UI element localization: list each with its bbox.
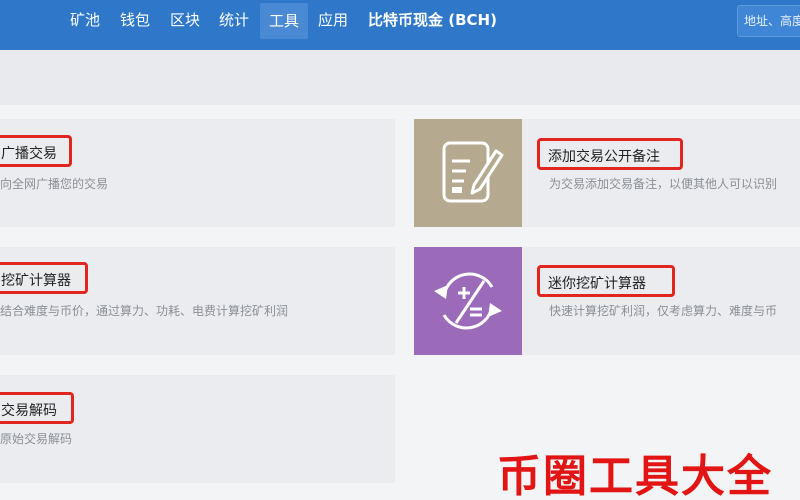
nav-item-tools[interactable]: 工具 — [260, 3, 308, 39]
card-title: 挖矿计算器 — [1, 273, 71, 289]
nav-item-blocks[interactable]: 区块 — [170, 0, 200, 40]
nav-item-apps[interactable]: 应用 — [318, 0, 348, 40]
top-navbar: 矿池 钱包 区块 统计 工具 应用 比特币现金 (BCH) 地址、高度 — [0, 0, 800, 50]
card-description: 结合难度与币价，通过算力、功耗、电费计算挖矿利润 — [0, 304, 289, 318]
nav-item-stats[interactable]: 统计 — [219, 0, 249, 40]
card-mini-mining-calculator[interactable]: 迷你挖矿计算器 快速计算挖矿利润，仅考虑算力、难度与币 — [414, 247, 800, 355]
sub-header-bar — [0, 50, 800, 105]
watermark-text: 币圈工具大全 — [497, 451, 773, 500]
card-mining-calculator[interactable]: 挖矿计算器 结合难度与币价，通过算力、功耗、电费计算挖矿利润 — [0, 247, 395, 355]
card-title: 交易解码 — [1, 403, 57, 419]
card-description: 为交易添加交易备注，以便其他人可以识别 — [549, 177, 778, 191]
nav-item-pool[interactable]: 矿池 — [70, 0, 100, 40]
card-title: 迷你挖矿计算器 — [548, 276, 646, 292]
card-title: 广播交易 — [1, 146, 57, 162]
nav-item-wallet[interactable]: 钱包 — [120, 0, 150, 40]
card-description: 快速计算挖矿利润，仅考虑算力、难度与币 — [549, 304, 778, 318]
card-broadcast-tx[interactable]: 广播交易 向全网广播您的交易 — [0, 119, 395, 227]
calculator-cycle-icon — [414, 247, 522, 355]
note-edit-icon — [414, 119, 522, 227]
coin-brand-title[interactable]: 比特币现金 (BCH) — [368, 0, 497, 40]
card-add-tx-note[interactable]: 添加交易公开备注 为交易添加交易备注，以便其他人可以识别 — [414, 119, 800, 227]
card-title-highlight: 广播交易 — [0, 135, 72, 167]
card-title-highlight: 交易解码 — [0, 392, 74, 424]
card-description: 向全网广播您的交易 — [0, 177, 109, 191]
card-title-highlight: 挖矿计算器 — [0, 262, 88, 294]
card-tx-decode[interactable]: 交易解码 原始交易解码 — [0, 375, 395, 483]
card-description: 原始交易解码 — [0, 432, 73, 446]
card-title-highlight: 迷你挖矿计算器 — [537, 265, 675, 297]
card-title: 添加交易公开备注 — [548, 149, 660, 165]
search-input[interactable]: 地址、高度 — [737, 5, 800, 37]
card-title-highlight: 添加交易公开备注 — [537, 138, 683, 170]
